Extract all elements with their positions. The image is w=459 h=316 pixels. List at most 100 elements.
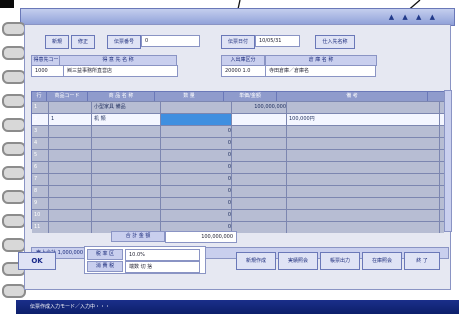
- table-cell-no: 6: [32, 162, 49, 173]
- date-field[interactable]: 10/05/31: [255, 35, 300, 47]
- table-cell-amount[interactable]: [232, 138, 287, 149]
- table-cell-name[interactable]: 小型家具 備品: [92, 102, 161, 113]
- table-row[interactable]: 30: [32, 125, 444, 137]
- ring-icon: [2, 22, 26, 36]
- table-cell-name[interactable]: [92, 198, 161, 209]
- table-cell-amount[interactable]: [232, 174, 287, 185]
- table-cell-code[interactable]: [49, 222, 92, 233]
- table-cell-name[interactable]: [92, 162, 161, 173]
- table-row[interactable]: 40: [32, 137, 444, 149]
- ok-button[interactable]: OK: [18, 252, 56, 270]
- table-cell-no: 1: [32, 102, 49, 113]
- ring-icon: [2, 46, 26, 60]
- table-cell-qty[interactable]: 0: [161, 186, 232, 197]
- ring-icon: [2, 118, 26, 132]
- action-new-button[interactable]: 新規作成: [236, 252, 276, 270]
- table-cell-qty[interactable]: 0: [161, 210, 232, 221]
- table-cell-note[interactable]: [287, 162, 440, 173]
- table-cell-code[interactable]: [49, 186, 92, 197]
- shipping-field[interactable]: 20000 1.0: [221, 65, 266, 77]
- slip-number-label: 伝票番号: [107, 35, 141, 49]
- table-row[interactable]: 60: [32, 161, 444, 173]
- table-cell-name[interactable]: [92, 138, 161, 149]
- table-cell-qty[interactable]: 0: [161, 174, 232, 185]
- table-row[interactable]: 80: [32, 185, 444, 197]
- table-cell-note[interactable]: [287, 198, 440, 209]
- table-cell-note[interactable]: [287, 102, 440, 113]
- table-cell-amount[interactable]: [232, 186, 287, 197]
- table-cell-no: 5: [32, 150, 49, 161]
- new-button[interactable]: 新規: [45, 35, 69, 49]
- tax-calc-value: 端数 切 捨: [125, 261, 200, 273]
- table-cell-amount[interactable]: 100,000,000: [232, 102, 287, 113]
- tax-calc-label: 消 費 税: [87, 261, 123, 272]
- vertical-scrollbar[interactable]: [444, 90, 452, 232]
- table-cell-note[interactable]: [287, 222, 440, 233]
- action-history-button[interactable]: 実績照会: [278, 252, 318, 270]
- table-cell-qty[interactable]: 0: [161, 126, 232, 137]
- table-cell-code[interactable]: [49, 198, 92, 209]
- table-cell-amount[interactable]: [232, 114, 287, 125]
- table-cell-code[interactable]: [49, 138, 92, 149]
- table-row[interactable]: 70: [32, 173, 444, 185]
- action-stock-button[interactable]: 在庫照会: [362, 252, 402, 270]
- warehouse-field[interactable]: 寺田倉庫／倉庫名: [265, 65, 376, 77]
- table-row[interactable]: 21机 類 100,000円: [32, 113, 444, 125]
- table-cell-amount[interactable]: [232, 150, 287, 161]
- table-cell-amount[interactable]: [232, 210, 287, 221]
- table-cell-code[interactable]: [49, 126, 92, 137]
- table-cell-amount[interactable]: [232, 126, 287, 137]
- table-cell-note[interactable]: [287, 126, 440, 137]
- table-cell-note[interactable]: [287, 186, 440, 197]
- table-cell-qty[interactable]: 0: [161, 150, 232, 161]
- ring-icon: [2, 214, 26, 228]
- table-cell-qty[interactable]: [161, 114, 232, 125]
- slip-number-field[interactable]: 0: [141, 35, 200, 47]
- table-cell-code[interactable]: [49, 210, 92, 221]
- action-print-button[interactable]: 帳票出力: [320, 252, 360, 270]
- table-cell-note[interactable]: [287, 210, 440, 221]
- table-cell-note[interactable]: 100,000円: [287, 114, 440, 125]
- table-cell-note[interactable]: [287, 150, 440, 161]
- window-controls[interactable]: ▲ ▲ ▲ ▲: [389, 13, 438, 21]
- table-row[interactable]: 1 小型家具 備品 100,000,000: [32, 101, 444, 113]
- table-cell-code[interactable]: [49, 162, 92, 173]
- table-row[interactable]: 90: [32, 197, 444, 209]
- table-cell-no: 7: [32, 174, 49, 185]
- table-cell-code[interactable]: [49, 102, 92, 113]
- table-cell-qty[interactable]: [161, 102, 232, 113]
- table-cell-amount[interactable]: [232, 162, 287, 173]
- grid-header: 行 商品コード 商 品 名 称 数 量 単価/金額 備 考: [32, 92, 444, 101]
- table-cell-name[interactable]: [92, 150, 161, 161]
- exit-button[interactable]: 終 了: [404, 252, 440, 270]
- supplier-button[interactable]: 仕入先名称: [315, 35, 355, 49]
- table-cell-qty[interactable]: 0: [161, 138, 232, 149]
- table-cell-name[interactable]: [92, 186, 161, 197]
- table-cell-code[interactable]: [49, 150, 92, 161]
- table-row[interactable]: 50: [32, 149, 444, 161]
- client-code-field[interactable]: 1000: [31, 65, 64, 77]
- table-cell-name[interactable]: [92, 174, 161, 185]
- col-header: 商 品 名 称: [88, 92, 155, 101]
- table-cell-no: 4: [32, 138, 49, 149]
- table-cell-name[interactable]: [92, 210, 161, 221]
- client-name-field[interactable]: ㈱三益事務所直営店: [63, 65, 178, 77]
- table-cell-note[interactable]: [287, 138, 440, 149]
- edit-button[interactable]: 修正: [71, 35, 95, 49]
- ring-icon: [2, 238, 26, 252]
- ring-icon: [2, 70, 26, 84]
- ring-icon: [2, 94, 26, 108]
- table-cell-code[interactable]: 1: [49, 114, 92, 125]
- table-cell-code[interactable]: [49, 174, 92, 185]
- table-row[interactable]: 11 0: [32, 221, 444, 233]
- table-cell-amount[interactable]: [232, 198, 287, 209]
- table-cell-qty[interactable]: 0: [161, 198, 232, 209]
- table-cell-note[interactable]: [287, 174, 440, 185]
- table-cell-name[interactable]: [92, 126, 161, 137]
- table-row[interactable]: 10 0: [32, 209, 444, 221]
- table-cell-no: 8: [32, 186, 49, 197]
- table-cell-qty[interactable]: 0: [161, 162, 232, 173]
- table-cell-name[interactable]: 机 類: [92, 114, 161, 125]
- table-cell-amount[interactable]: [232, 222, 287, 233]
- col-header: 商品コード: [47, 92, 88, 101]
